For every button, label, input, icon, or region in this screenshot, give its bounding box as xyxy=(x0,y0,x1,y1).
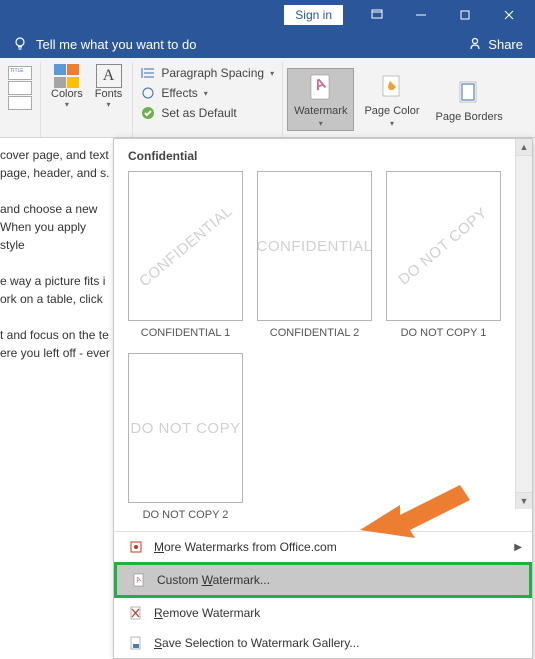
gallery-scrollbar[interactable]: ▲ ▼ xyxy=(515,139,532,509)
watermark-thumb[interactable]: DO NOT COPY DO NOT COPY 1 xyxy=(386,171,501,339)
page-borders-button[interactable]: Page Borders xyxy=(430,75,509,125)
document-body: cover page, and text page, header, and s… xyxy=(0,138,115,618)
custom-watermark-icon: A xyxy=(131,572,147,588)
colors-fonts-group: Colors ▾ A Fonts ▾ xyxy=(41,62,133,137)
submenu-arrow-icon: ▶ xyxy=(514,542,522,553)
maximize-button[interactable] xyxy=(443,0,487,30)
gallery-section-header: Confidential xyxy=(114,139,532,171)
ribbon: TITLE Colors ▾ A Fonts ▾ Paragrap xyxy=(0,58,535,138)
set-default-button[interactable]: Set as Default xyxy=(141,104,236,122)
paragraph-spacing-button[interactable]: Paragraph Spacing ▾ xyxy=(141,64,274,82)
checkmark-icon xyxy=(141,106,155,120)
fonts-icon: A xyxy=(96,64,122,88)
style-set-gallery[interactable]: TITLE xyxy=(6,62,34,114)
tellme-text: Tell me what you want to do xyxy=(36,37,196,52)
fonts-button[interactable]: A Fonts ▾ xyxy=(91,62,127,111)
minimize-button[interactable] xyxy=(399,0,443,30)
watermark-menu: More Watermarks from Office.com ▶ A Cust… xyxy=(114,531,532,658)
ribbon-display-button[interactable] xyxy=(355,0,399,30)
watermark-label: DO NOT COPY 2 xyxy=(143,509,229,521)
share-label: Share xyxy=(488,37,523,52)
colors-icon xyxy=(54,64,80,88)
lightbulb-icon xyxy=(12,36,28,52)
custom-watermark-menu-item[interactable]: A Custom Watermark... xyxy=(114,562,532,598)
watermark-gallery-panel: ▲ ▼ Confidential CONFIDENTIAL CONFIDENTI… xyxy=(113,138,533,659)
effects-button[interactable]: Effects ▾ xyxy=(141,84,207,102)
scroll-up-button[interactable]: ▲ xyxy=(516,139,532,156)
office-icon xyxy=(128,539,144,555)
save-gallery-icon xyxy=(128,635,144,651)
signin-button[interactable]: Sign in xyxy=(284,5,343,25)
watermark-thumb[interactable]: CONFIDENTIAL CONFIDENTIAL 2 xyxy=(257,171,372,339)
save-selection-menu-item[interactable]: Save Selection to Watermark Gallery... xyxy=(114,628,532,658)
close-button[interactable] xyxy=(487,0,531,30)
share-icon xyxy=(468,37,482,51)
tellme-search[interactable]: Tell me what you want to do xyxy=(12,36,196,52)
paragraph-spacing-icon xyxy=(141,66,155,80)
theme-preview-group: TITLE xyxy=(0,62,41,137)
share-button[interactable]: Share xyxy=(468,37,523,52)
page-color-icon xyxy=(376,71,408,103)
effects-icon xyxy=(141,86,155,100)
watermark-label: DO NOT COPY 1 xyxy=(401,327,487,339)
annotation-arrow xyxy=(360,480,470,550)
remove-watermark-menu-item[interactable]: Remove Watermark xyxy=(114,598,532,628)
watermark-label: CONFIDENTIAL 1 xyxy=(141,327,230,339)
remove-icon xyxy=(128,605,144,621)
watermark-thumb[interactable]: CONFIDENTIAL CONFIDENTIAL 1 xyxy=(128,171,243,339)
watermark-button[interactable]: A Watermark ▾ xyxy=(287,68,354,131)
scroll-down-button[interactable]: ▼ xyxy=(516,492,532,509)
colors-button[interactable]: Colors ▾ xyxy=(47,62,87,111)
watermark-thumb[interactable]: DO NOT COPY DO NOT COPY 2 xyxy=(128,353,243,521)
watermark-label: CONFIDENTIAL 2 xyxy=(270,327,359,339)
document-formatting-group: Paragraph Spacing ▾ Effects ▾ Set as Def… xyxy=(133,62,283,137)
title-bar: Sign in xyxy=(0,0,535,30)
tellme-bar: Tell me what you want to do Share xyxy=(0,30,535,58)
page-color-button[interactable]: Page Color ▾ xyxy=(358,69,425,130)
page-borders-icon xyxy=(453,77,485,109)
watermark-icon: A xyxy=(305,71,337,103)
